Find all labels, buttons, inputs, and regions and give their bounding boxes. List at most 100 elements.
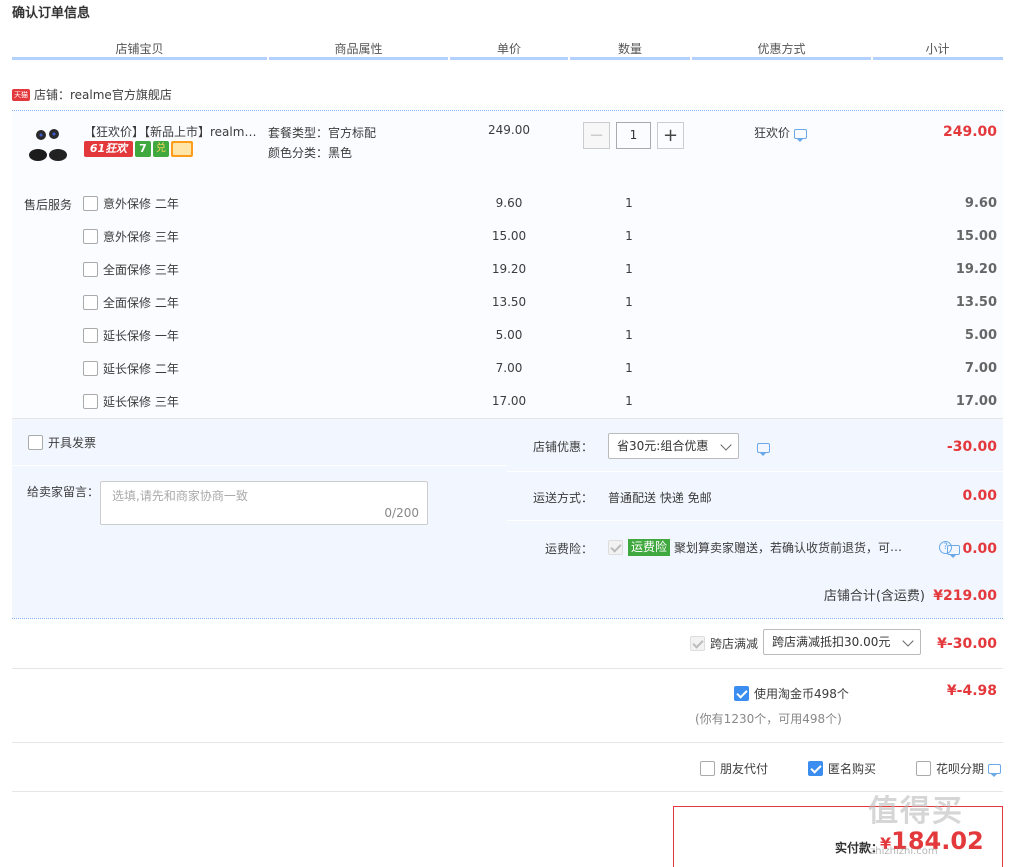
message-icon[interactable]	[988, 763, 1002, 777]
column-header-subtotal: 小计	[925, 42, 950, 56]
decrease-quantity-button[interactable]: −	[583, 122, 610, 149]
insurance-tag: 运费险	[628, 539, 671, 556]
divider	[507, 520, 1003, 521]
insurance-checkbox	[608, 540, 623, 555]
tag-exchange-icon: 兑	[153, 141, 169, 157]
service-option[interactable]: 延长保修 三年	[83, 393, 179, 411]
header-bar	[692, 57, 871, 60]
service-checkbox[interactable]	[83, 394, 98, 409]
divider	[12, 110, 1003, 111]
service-name: 延长保修 一年	[103, 329, 179, 343]
service-price: 19.20	[491, 262, 527, 276]
anonymous-option[interactable]: 匿名购买	[808, 760, 876, 777]
service-option[interactable]: 全面保修 二年	[83, 294, 179, 312]
promo-label: 狂欢价	[754, 126, 791, 140]
product-title-link[interactable]: 【狂欢价】【新品上市】realme真无线蓝牙耳机	[84, 123, 262, 140]
invoice-checkbox[interactable]	[28, 435, 43, 450]
chevron-down-icon	[902, 635, 914, 647]
divider	[12, 668, 1003, 669]
coins-hint: (你有1230个，可用498个)	[695, 712, 842, 726]
huabei-checkbox[interactable]	[916, 761, 931, 776]
service-option[interactable]: 延长保修 二年	[83, 360, 179, 378]
service-subtotal: 7.00	[964, 361, 997, 376]
quantity-stepper: −1 +	[583, 122, 684, 150]
service-checkbox[interactable]	[83, 295, 98, 310]
service-checkbox[interactable]	[83, 196, 98, 211]
service-name: 全面保修 二年	[103, 296, 179, 310]
shop-discount-select[interactable]: 省30元:组合优惠	[608, 433, 739, 459]
service-option[interactable]: 意外保修 三年	[83, 228, 179, 246]
divider	[12, 465, 507, 466]
attr-color: 颜色分类：黑色	[268, 146, 353, 160]
service-subtotal: 9.60	[964, 196, 997, 211]
service-name: 延长保修 二年	[103, 362, 179, 376]
help-icon[interactable]: ?	[939, 541, 952, 554]
anonymous-label: 匿名购买	[828, 762, 877, 776]
friend-pay-option[interactable]: 朋友代付	[700, 760, 768, 777]
shop-discount-label: 店铺优惠：	[533, 440, 594, 454]
message-placeholder: 选填,请先和商家协商一致	[112, 489, 248, 503]
shop-total-amount: ¥219.00	[933, 588, 997, 604]
service-option[interactable]: 意外保修 二年	[83, 195, 179, 213]
invoice-option[interactable]: 开具发票	[28, 434, 96, 451]
service-name: 延长保修 三年	[103, 395, 179, 409]
cross-store-value: 跨店满减抵扣30.00元	[772, 635, 891, 649]
column-header-unit-price: 单价	[496, 42, 521, 56]
insurance-amount: 0.00	[962, 541, 997, 557]
cross-store-label: 跨店满减	[710, 637, 759, 651]
tag-7day-return-icon: 7	[135, 141, 151, 157]
shipping-label: 运送方式：	[533, 491, 594, 505]
increase-quantity-button[interactable]: +	[657, 122, 684, 149]
column-header-attributes: 商品属性	[334, 42, 383, 56]
cross-store-amount: ¥-30.00	[937, 636, 997, 652]
product-tags: 61狂欢 7 兑	[84, 141, 195, 159]
service-price: 15.00	[491, 229, 527, 243]
service-quantity: 1	[625, 295, 633, 309]
header-bar	[873, 57, 1003, 60]
shop-row: 天猫 店铺：realme官方旗舰店	[12, 86, 172, 103]
cross-store-select[interactable]: 跨店满减抵扣30.00元	[763, 629, 921, 655]
anonymous-checkbox[interactable]	[808, 761, 823, 776]
service-option[interactable]: 全面保修 三年	[83, 261, 179, 279]
product-subtotal: 249.00	[942, 124, 997, 140]
service-price: 17.00	[491, 394, 527, 408]
service-subtotal: 5.00	[964, 328, 997, 343]
divider	[12, 742, 1003, 743]
coins-option[interactable]: 使用淘金币498个	[734, 685, 849, 702]
message-icon[interactable]	[794, 128, 808, 142]
product-thumbnail[interactable]	[24, 121, 72, 169]
seller-message-input[interactable]: 选填,请先和商家协商一致 0/200	[100, 481, 428, 525]
message-icon[interactable]	[757, 442, 770, 456]
insurance-text: 聚划算卖家赠送，若确认收货前退货，可获保险赔付	[674, 541, 913, 555]
tag-618-icon: 61狂欢	[84, 141, 133, 157]
shop-total: 店铺合计(含运费) ¥219.00	[824, 585, 997, 604]
header-bar	[12, 57, 267, 60]
service-name: 全面保修 三年	[103, 263, 179, 277]
service-checkbox[interactable]	[83, 328, 98, 343]
message-counter: 0/200	[384, 506, 419, 520]
friend-pay-checkbox[interactable]	[700, 761, 715, 776]
service-checkbox[interactable]	[83, 229, 98, 244]
huabei-option[interactable]: 花呗分期	[916, 760, 1002, 777]
watermark: 值得买	[868, 794, 964, 829]
unit-price: 249.00	[488, 123, 530, 137]
tmall-icon: 天猫	[12, 88, 30, 101]
service-price: 5.00	[495, 328, 523, 342]
chevron-down-icon	[720, 439, 732, 451]
divider	[12, 618, 1003, 619]
shop-discount-amount: -30.00	[946, 439, 997, 455]
after-sales-label: 售后服务	[24, 198, 73, 212]
service-checkbox[interactable]	[83, 361, 98, 376]
service-option[interactable]: 延长保修 一年	[83, 327, 179, 345]
service-subtotal: 17.00	[955, 394, 997, 409]
service-checkbox[interactable]	[83, 262, 98, 277]
coins-checkbox[interactable]	[734, 686, 749, 701]
cross-store-option: 跨店满减	[690, 635, 758, 652]
insurance-label: 运费险：	[545, 542, 594, 556]
message-label: 给卖家留言：	[27, 485, 100, 499]
friend-pay-label: 朋友代付	[720, 762, 769, 776]
shop-name[interactable]: 店铺：realme官方旗舰店	[34, 88, 172, 102]
quantity-input[interactable]: 1	[616, 122, 651, 149]
promo-type: 狂欢价	[754, 124, 808, 142]
shop-total-label: 店铺合计(含运费)	[823, 589, 925, 604]
